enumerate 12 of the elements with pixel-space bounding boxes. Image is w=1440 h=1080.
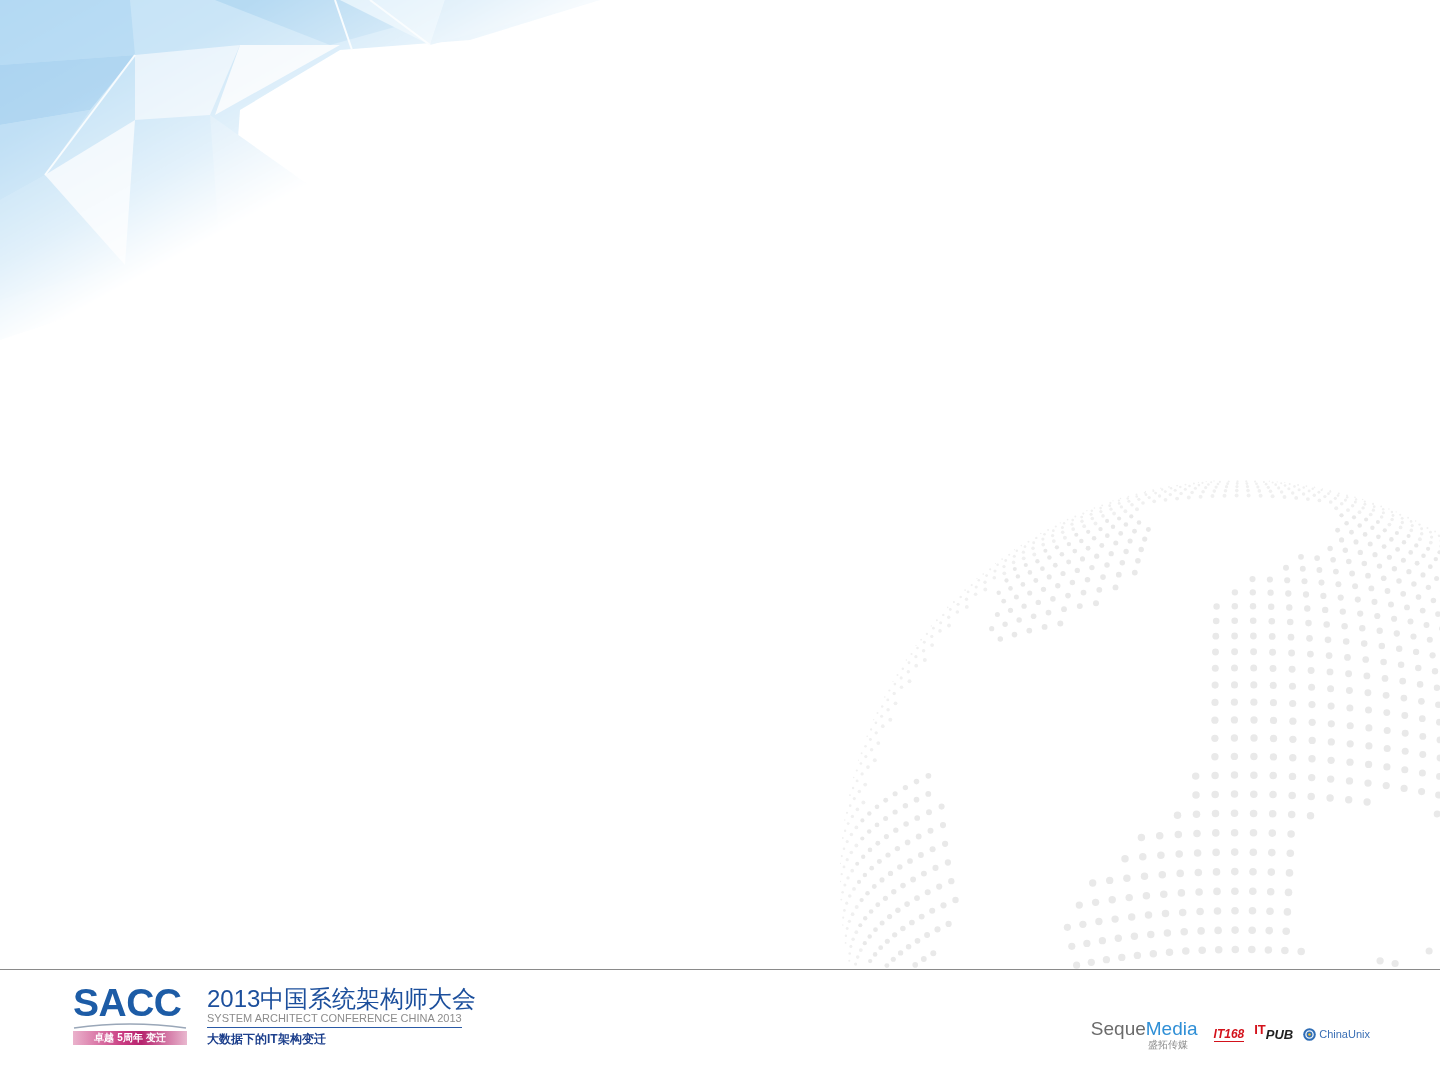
- logo-tagline: 卓越 5周年 变迁: [73, 1031, 187, 1045]
- partner-logo-text: SequeMedia: [1090, 1019, 1198, 1039]
- event-subtitle: SYSTEM ARCHITECT CONFERENCE CHINA 2013: [207, 1012, 462, 1028]
- event-theme: 大数据下的IT架构变迁: [207, 1032, 326, 1046]
- circle-logo-icon: [1303, 1028, 1317, 1041]
- event-title: 2013中国系统架构师大会: [207, 986, 477, 1012]
- partner-logo-text: ITPUB: [1254, 1025, 1294, 1044]
- partner-logo-text: IT168: [1213, 1027, 1245, 1042]
- partner-logo-subtitle: 盛拓传媒: [1147, 1039, 1188, 1050]
- partner-logo-text: ChinaUnix: [1319, 1028, 1370, 1041]
- swoosh-icon: [73, 1021, 187, 1029]
- sacc-logo-text: SACC: [73, 986, 183, 1020]
